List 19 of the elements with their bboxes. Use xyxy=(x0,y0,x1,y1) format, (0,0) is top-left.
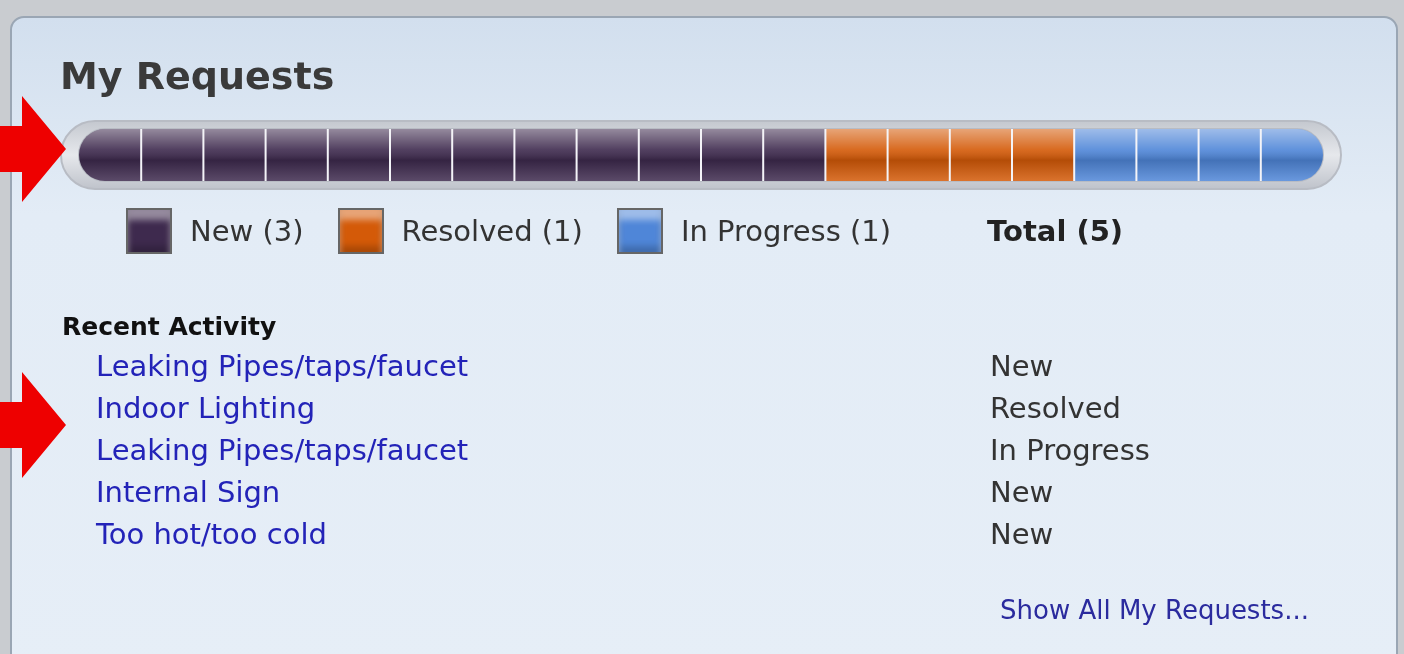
arrow-icon xyxy=(0,372,66,478)
request-status: Resolved xyxy=(990,391,1121,425)
legend-label: Resolved (1) xyxy=(401,214,583,248)
request-link[interactable]: Leaking Pipes/taps/faucet xyxy=(96,349,990,383)
request-status: New xyxy=(990,517,1054,551)
request-link[interactable]: Too hot/too cold xyxy=(96,517,990,551)
request-link[interactable]: Leaking Pipes/taps/faucet xyxy=(96,433,990,467)
arrow-icon xyxy=(0,96,66,202)
show-all-link[interactable]: Show All My Requests... xyxy=(1000,595,1309,625)
request-status: New xyxy=(990,475,1054,509)
legend-label: New (3) xyxy=(190,214,304,248)
panel-title: My Requests xyxy=(60,54,336,98)
section-heading: Recent Activity xyxy=(62,312,278,341)
request-status: New xyxy=(990,349,1054,383)
legend-label: In Progress (1) xyxy=(680,214,892,248)
request-link[interactable]: Internal Sign xyxy=(96,475,990,509)
request-status: In Progress xyxy=(990,433,1150,467)
total-count: Total (5) xyxy=(987,214,1124,248)
request-link[interactable]: Indoor Lighting xyxy=(96,391,990,425)
